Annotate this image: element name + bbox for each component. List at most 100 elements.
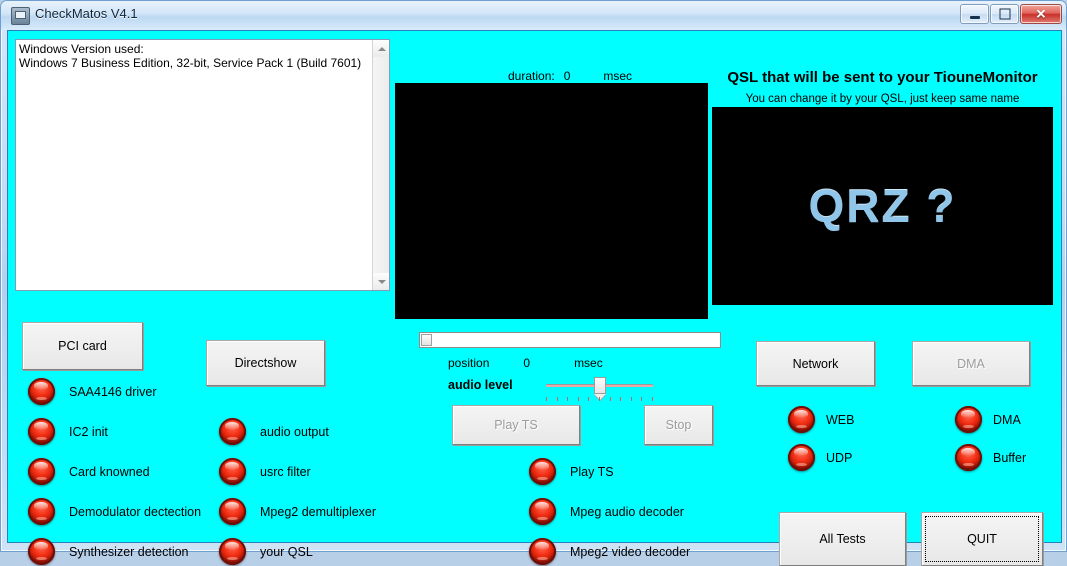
stop-label: Stop (665, 418, 692, 432)
slider-tick (652, 397, 653, 401)
led-label: Mpeg audio decoder (570, 504, 684, 519)
led-label: Mpeg2 demultiplexer (260, 504, 377, 519)
status-led-icon (788, 406, 815, 433)
video-preview-panel[interactable] (395, 83, 708, 319)
log-scrollbar[interactable] (372, 40, 389, 290)
slider-ticks (546, 397, 653, 402)
led-row: IC2 init (28, 418, 108, 445)
slider-tick (577, 397, 579, 401)
led-label: Play TS (570, 464, 614, 479)
position-label: position (448, 356, 490, 370)
pci-card-button[interactable]: PCI card (22, 322, 143, 370)
duration-unit: msec (603, 69, 633, 83)
status-led-icon (28, 378, 55, 405)
status-led-icon (788, 444, 815, 471)
position-value: 0 (523, 356, 531, 370)
slider-tick (567, 397, 569, 401)
status-led-icon (955, 406, 982, 433)
close-icon: ✕ (1035, 6, 1047, 22)
slider-tick (630, 397, 632, 401)
status-led-icon (219, 418, 246, 445)
led-label: Demodulator dectection (69, 504, 202, 519)
pci-card-label: PCI card (58, 339, 107, 353)
led-row: Demodulator dectection (28, 498, 201, 525)
led-row: Mpeg2 demultiplexer (219, 498, 376, 525)
led-row: usrc filter (219, 458, 311, 485)
led-row: DMA (955, 406, 1021, 433)
quit-button[interactable]: QUIT (921, 512, 1043, 566)
status-led-icon (219, 458, 246, 485)
app-icon (11, 7, 30, 25)
led-label: SAA4146 driver (69, 384, 157, 399)
slider-tick (588, 397, 590, 401)
led-label: DMA (993, 412, 1021, 427)
all-tests-label: All Tests (819, 532, 866, 546)
slider-tick (599, 397, 600, 401)
status-led-icon (219, 498, 246, 525)
slider-tick (620, 397, 622, 401)
led-label: usrc filter (260, 464, 311, 479)
status-led-icon (529, 498, 556, 525)
restore-icon (999, 8, 1010, 20)
duration-value: 0 (563, 69, 571, 83)
slider-tick (641, 397, 643, 401)
led-row: WEB (788, 406, 854, 433)
dma-button[interactable]: DMA (912, 341, 1030, 386)
led-row: Card knowned (28, 458, 150, 485)
led-label: WEB (826, 412, 855, 427)
status-led-icon (28, 498, 55, 525)
status-led-icon (529, 458, 556, 485)
audio-level-label: audio level (448, 378, 513, 392)
title-bar: CheckMatos V4.1 ✕ (1, 1, 1066, 30)
status-led-icon (955, 444, 982, 471)
all-tests-button[interactable]: All Tests (779, 512, 906, 566)
scroll-up-button[interactable] (373, 40, 389, 57)
position-unit: msec (574, 356, 603, 370)
led-label: Card knowned (69, 464, 150, 479)
qsl-image-text: QRZ ? (808, 180, 957, 232)
minimize-button[interactable] (960, 4, 989, 24)
led-row: UDP (788, 444, 852, 471)
led-row: SAA4146 driver (28, 378, 157, 405)
directshow-label: Directshow (234, 356, 297, 370)
led-label: Buffer (993, 450, 1027, 465)
stop-button[interactable]: Stop (644, 405, 713, 445)
dma-label: DMA (957, 356, 985, 371)
network-label: Network (792, 356, 839, 371)
minimize-icon (969, 16, 980, 19)
led-row: Mpeg audio decoder (529, 498, 684, 525)
log-text: Windows Version used: Windows 7 Business… (19, 42, 362, 70)
status-led-icon (28, 458, 55, 485)
audio-level-slider[interactable] (546, 376, 653, 402)
status-led-icon (28, 418, 55, 445)
led-row: Buffer (955, 444, 1026, 471)
directshow-button[interactable]: Directshow (206, 340, 325, 386)
scroll-down-button[interactable] (373, 273, 389, 290)
client-area: Windows Version used: Windows 7 Business… (7, 30, 1062, 566)
duration-readout: duration: 0 msec (508, 69, 632, 83)
network-button[interactable]: Network (756, 341, 875, 386)
chevron-down-icon (377, 279, 386, 284)
maximize-button[interactable] (990, 4, 1019, 24)
position-thumb[interactable] (421, 334, 432, 346)
led-label: audio output (260, 424, 329, 439)
led-label: UDP (826, 450, 853, 465)
focus-ring (925, 516, 1039, 562)
play-ts-button[interactable]: Play TS (452, 405, 580, 445)
position-scrollbar[interactable] (419, 332, 721, 348)
position-readout: position 0 msec (448, 356, 603, 370)
slider-thumb[interactable] (594, 377, 606, 394)
log-textarea[interactable]: Windows Version used: Windows 7 Business… (15, 39, 390, 291)
duration-label: duration: (508, 69, 555, 83)
close-button[interactable]: ✕ (1020, 4, 1062, 24)
chevron-up-icon (377, 46, 386, 51)
slider-tick (546, 397, 547, 401)
app-window: CheckMatos V4.1 ✕ Windows Version used: … (0, 0, 1067, 566)
led-row: Play TS (529, 458, 614, 485)
qsl-title: QSL that will be sent to your TiouneMoni… (727, 69, 1038, 86)
qsl-subtitle: You can change it by your QSL, just keep… (745, 93, 1020, 105)
led-label: IC2 init (69, 424, 108, 439)
slider-tick (609, 397, 611, 401)
slider-tick (556, 397, 558, 401)
qsl-image-panel[interactable]: QRZ ? (712, 107, 1053, 305)
